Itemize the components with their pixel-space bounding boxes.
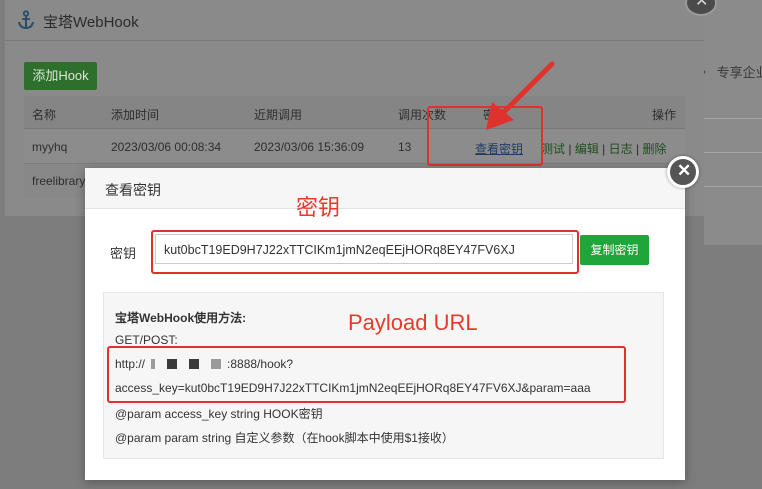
table-header: 名称 添加时间 近期调用 调用次数 密钥 操作 [24,96,685,129]
background-divider [704,118,762,119]
key-label: 密钥 [110,246,137,261]
background-divider [704,186,762,187]
webhook-dialog-header: 宝塔WebHook [5,0,704,41]
delete-link[interactable]: 删除 [642,142,666,156]
usage-method: GET/POST: [115,333,178,347]
hook-recent-call: 2023/03/06 15:36:09 [254,140,365,154]
close-icon[interactable]: ✕ [667,156,699,188]
background-menu-label: 专享企业 [716,65,762,80]
anchor-icon [18,10,34,30]
view-key-dialog-header: 查看密钥 [85,168,685,209]
edit-link[interactable]: 编辑 [575,142,599,156]
column-header: 操作 [652,108,677,122]
hook-call-count: 13 [398,140,412,154]
row-actions: 测试 | 编辑 | 日志 | 删除 [541,140,666,157]
test-link[interactable]: 测试 [541,142,565,156]
column-header: 添加时间 [111,108,160,122]
background-panel [704,0,762,245]
view-key-dialog-title: 查看密钥 [105,182,161,198]
column-header: 近期调用 [254,108,303,122]
background-menu-item: 〉 专享企业 [700,62,762,81]
annotation-box [151,230,579,274]
column-header: 名称 [32,108,57,122]
annotation-box [107,346,626,403]
annotation-url-label: Payload URL [348,310,478,335]
hook-name: freelibrary [32,174,86,188]
log-link[interactable]: 日志 [609,142,633,156]
copy-key-button[interactable]: 复制密钥 [580,235,649,265]
usage-title: 宝塔WebHook使用方法: [115,311,247,325]
webhook-dialog-title: 宝塔WebHook [43,14,139,31]
add-hook-button[interactable]: 添加Hook [24,62,97,90]
hook-name: myyhq [32,140,68,154]
table-row: myyhq 2023/03/06 00:08:34 2023/03/06 15:… [24,129,685,164]
annotation-arrow-icon [486,61,555,130]
background-divider [704,152,762,153]
hook-added-time: 2023/03/06 00:08:34 [111,140,222,154]
usage-param: @param param string 自定义参数（在hook脚本中使用$1接收… [115,431,454,445]
annotation-key-label: 密钥 [296,195,341,220]
usage-param-key: @param access_key string HOOK密钥 [115,407,323,421]
